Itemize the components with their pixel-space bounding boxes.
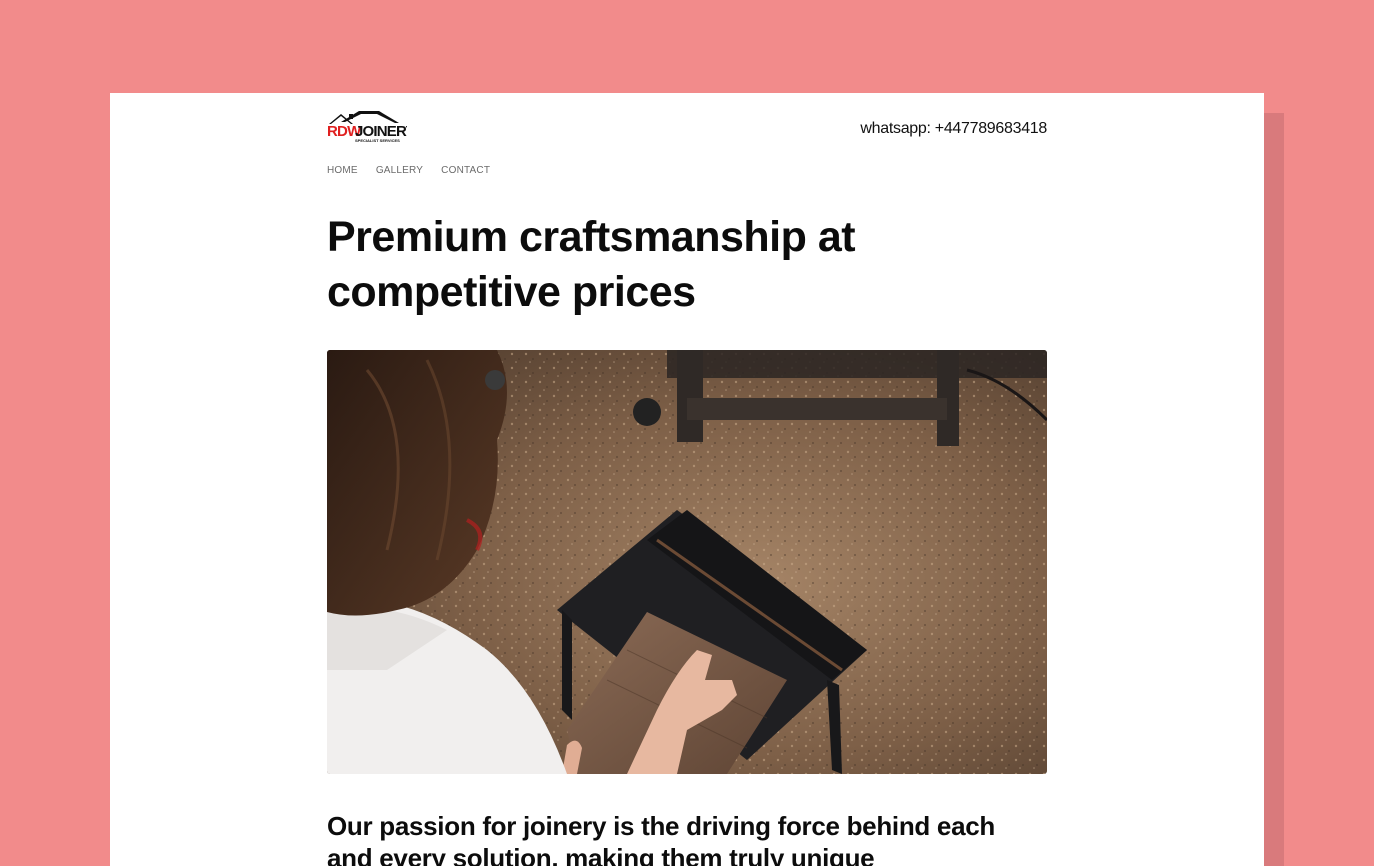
nav-home[interactable]: HOME [327,165,358,176]
intro-subhead: Our passion for joinery is the driving f… [327,811,995,866]
whatsapp-contact[interactable]: whatsapp: +447789683418 [860,120,1047,138]
logo-tagline: SPECIALIST SERVICES [355,138,400,143]
brand-logo[interactable]: RDW JOINERY SPECIALIST SERVICES [327,110,407,144]
main-nav: HOME GALLERY CONTACT [327,165,490,176]
nav-gallery[interactable]: GALLERY [376,165,423,176]
page-background: RDW JOINERY SPECIALIST SERVICES whatsapp… [0,0,1374,866]
content-column: RDW JOINERY SPECIALIST SERVICES whatsapp… [327,93,1047,866]
website-card: RDW JOINERY SPECIALIST SERVICES whatsapp… [110,93,1264,866]
hero-image [327,350,1047,774]
woodworking-photo-icon [327,350,1047,774]
page-headline: Premium craftsmanship at competitive pri… [327,213,856,316]
nav-contact[interactable]: CONTACT [441,165,490,176]
site-header: RDW JOINERY SPECIALIST SERVICES whatsapp… [327,93,1047,153]
